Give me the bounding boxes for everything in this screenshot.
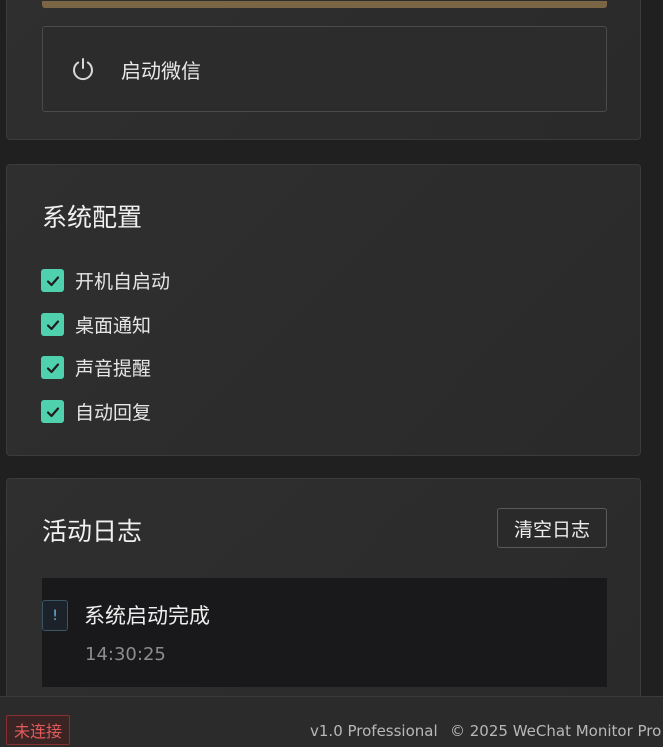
clear-log-button[interactable]: 清空日志 bbox=[497, 508, 607, 548]
option-label: 开机自启动 bbox=[75, 271, 171, 293]
connection-status-badge: 未连接 bbox=[6, 715, 71, 745]
option-auto-reply[interactable]: 自动回复 bbox=[41, 398, 151, 425]
launch-card: 启动微信 bbox=[6, 0, 641, 140]
copyright-label: © 2025 WeChat Monitor Pro bbox=[450, 722, 662, 740]
log-list[interactable]: ! 系统启动完成 14:30:25 bbox=[42, 578, 607, 687]
option-label: 自动回复 bbox=[75, 402, 152, 424]
status-bar: 未连接 v1.0 Professional © 2025 WeChat Moni… bbox=[0, 696, 663, 747]
launch-wechat-button[interactable]: 启动微信 bbox=[42, 26, 607, 112]
option-label: 桌面通知 bbox=[75, 315, 152, 337]
launch-wechat-label: 启动微信 bbox=[121, 58, 201, 83]
check-icon bbox=[46, 362, 59, 373]
app-window: 启动微信 系统配置 开机自启动 桌面通知 声音提醒 自动回复 活动日志 清空日志… bbox=[0, 0, 663, 747]
option-label: 声音提醒 bbox=[75, 358, 152, 380]
settings-card: 系统配置 开机自启动 桌面通知 声音提醒 自动回复 bbox=[6, 164, 641, 456]
power-icon bbox=[73, 58, 93, 81]
log-entry-message: 系统启动完成 bbox=[84, 604, 210, 628]
check-icon bbox=[46, 319, 59, 330]
info-icon: ! bbox=[42, 600, 68, 631]
check-icon bbox=[46, 275, 59, 286]
autostart-checkbox[interactable] bbox=[41, 269, 64, 292]
desktop-notify-checkbox[interactable] bbox=[41, 313, 64, 336]
log-title: 活动日志 bbox=[42, 517, 143, 546]
auto-reply-checkbox[interactable] bbox=[41, 400, 64, 423]
sound-alert-checkbox[interactable] bbox=[41, 356, 64, 379]
settings-title: 系统配置 bbox=[42, 203, 143, 232]
option-sound-alert[interactable]: 声音提醒 bbox=[41, 354, 151, 381]
version-label: v1.0 Professional bbox=[310, 722, 438, 740]
option-autostart[interactable]: 开机自启动 bbox=[41, 267, 170, 294]
option-desktop-notify[interactable]: 桌面通知 bbox=[41, 311, 151, 338]
accent-bar bbox=[42, 1, 607, 8]
log-entry-time: 14:30:25 bbox=[85, 644, 166, 665]
check-icon bbox=[46, 406, 59, 417]
